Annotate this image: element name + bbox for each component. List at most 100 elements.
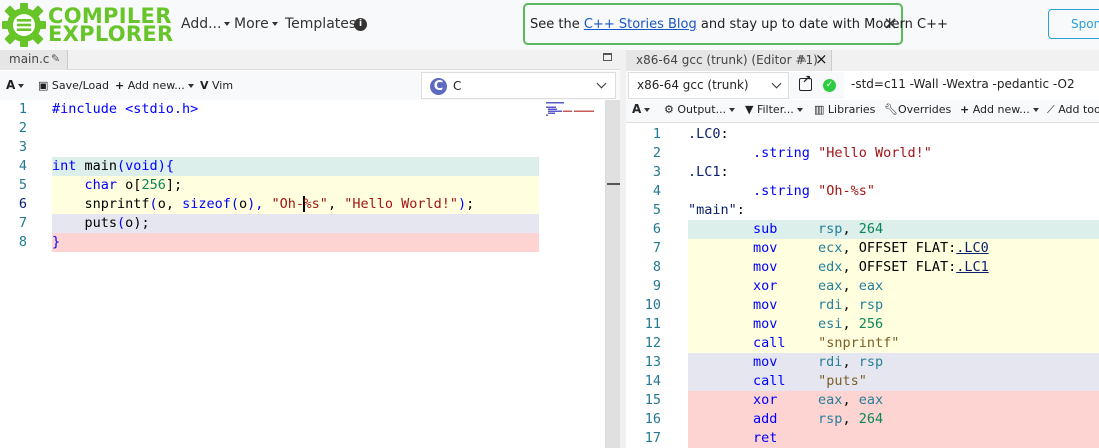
sponsors-button[interactable]: Sponsors — [1048, 9, 1099, 39]
code-token: , OFFSET FLAT: — [842, 259, 957, 275]
code-line[interactable]: mov rdi, rsp — [688, 353, 1099, 372]
maximize-icon[interactable] — [603, 53, 612, 61]
save-load-label: Save/Load — [51, 79, 110, 92]
code-token: o — [239, 196, 248, 212]
add-new-pane-button[interactable]: + Add new... — [960, 103, 1039, 116]
compiler-toolbar: A ⚙ Output... ▼ Filter... ▥ Libraries 🔧︎… — [626, 100, 1099, 122]
code-line[interactable]: mov esi, 256 — [688, 315, 1099, 334]
code-line[interactable] — [52, 138, 539, 157]
news-link[interactable]: C++ Stories Blog — [584, 17, 697, 32]
popout-icon[interactable] — [799, 73, 812, 91]
caret-down-icon — [18, 83, 25, 88]
close-icon[interactable]: × — [883, 15, 899, 33]
minimap[interactable] — [546, 102, 602, 122]
source-editor[interactable]: 12345678 #include <stdio.h> int main(void… — [0, 100, 605, 448]
vim-toggle[interactable]: V Vim — [200, 79, 233, 92]
code-line[interactable]: .string "Oh-%s" — [688, 182, 1099, 201]
language-select[interactable]: C C — [421, 72, 616, 99]
code-line[interactable]: call "puts" — [688, 372, 1099, 391]
add-new-button[interactable]: + Add new... — [115, 79, 194, 92]
filter-menu[interactable]: ▼ Filter... — [745, 103, 803, 116]
code-line[interactable]: mov ecx, OFFSET FLAT:.LC0 — [688, 239, 1099, 258]
font-scale-button[interactable]: A — [632, 102, 651, 116]
caret-down-icon — [1032, 108, 1039, 112]
code-token: 256 — [141, 177, 166, 193]
pencil-icon[interactable]: ✎ — [51, 52, 60, 65]
more-menu[interactable]: More — [234, 16, 278, 32]
code-token: eax — [858, 278, 884, 294]
add-menu[interactable]: Add... — [181, 16, 231, 32]
vim-icon: V — [200, 79, 209, 92]
code-token: mov — [688, 259, 778, 275]
code-line[interactable]: #include <stdio.h> — [52, 100, 539, 119]
code-line[interactable]: snprintf(o, sizeof(o), "Oh-%s", "Hello W… — [52, 195, 539, 214]
code-line[interactable]: } — [52, 233, 539, 252]
code-lines[interactable]: #include <stdio.h> int main(void){ char o… — [52, 100, 539, 252]
line-number: 7 — [18, 215, 27, 231]
code-line[interactable]: .LC0: — [688, 125, 1099, 144]
code-token: , — [842, 316, 859, 332]
code-line[interactable]: puts(o); — [52, 214, 539, 233]
libraries-button[interactable]: ▥ Libraries — [814, 103, 875, 116]
code-token: char — [52, 177, 118, 193]
assembly-lines[interactable]: .LC0: .string "Hello World!" .LC1: .strin… — [688, 125, 1099, 448]
news-prefix: See the — [530, 17, 584, 32]
plus-icon: + — [960, 103, 970, 116]
compiler-tab-bar: x86-64 gcc (trunk) (Editor #1) ✎ × — [626, 50, 1099, 71]
line-number: 1 — [18, 101, 27, 117]
news-banner: See the C++ Stories Blog and stay up to … — [523, 3, 948, 45]
font-scale-button[interactable]: A — [6, 78, 25, 92]
overrides-button[interactable]: 🔧︎Overrides — [884, 103, 951, 116]
code-token: , — [842, 354, 859, 370]
line-number: 4 — [18, 158, 27, 174]
code-line[interactable]: mov rdi, rsp — [688, 296, 1099, 315]
line-number: 10 — [644, 297, 661, 313]
code-token: ){ — [157, 158, 174, 174]
compiler-explorer-logo[interactable]: COMPILER EXPLORER — [0, 1, 173, 49]
code-token: rsp — [858, 297, 884, 313]
editor-tab[interactable]: main.c ✎ — [0, 50, 68, 70]
compiler-flags-input[interactable]: -std=c11 -Wall -Wextra -pedantic -O2 — [844, 72, 1099, 99]
code-token: call — [688, 373, 786, 389]
editor-scrollbar[interactable] — [605, 100, 620, 448]
compiler-tab[interactable]: x86-64 gcc (trunk) (Editor #1) ✎ × — [626, 50, 832, 71]
output-menu[interactable]: ⚙ Output... — [664, 103, 736, 116]
code-token: "Hello World!" — [818, 145, 932, 161]
close-icon[interactable]: × — [815, 52, 828, 67]
code-token: .LC1 — [956, 259, 989, 275]
c-language-icon: C — [430, 78, 447, 95]
assembly-output[interactable]: 1 2 3 4 5 6 7 8 9 10 11 12 13 14 15 16 17 .LC0: .string … — [626, 122, 1099, 448]
compile-success-icon[interactable]: ✓ — [823, 79, 836, 92]
compiler-select[interactable]: x86-64 gcc (trunk) — [628, 72, 789, 99]
line-number: 6 — [652, 221, 661, 237]
code-line[interactable]: int main(void){ — [52, 157, 539, 176]
line-number: 14 — [644, 373, 661, 389]
code-line[interactable]: mov edx, OFFSET FLAT:.LC1 — [688, 258, 1099, 277]
templates-button[interactable]: Templates — [285, 16, 356, 32]
code-line[interactable]: sub rsp, 264 — [688, 220, 1099, 239]
info-icon[interactable]: i — [354, 18, 367, 31]
code-line[interactable]: ret — [688, 429, 1099, 448]
line-number: 8 — [18, 234, 27, 250]
code-token: 264 — [858, 221, 884, 237]
code-line[interactable]: add rsp, 264 — [688, 410, 1099, 429]
code-line[interactable]: "main": — [688, 201, 1099, 220]
plus-icon: + — [115, 79, 125, 92]
code-line[interactable]: call "snprintf" — [688, 334, 1099, 353]
code-line[interactable] — [52, 119, 539, 138]
code-line[interactable]: xor eax, eax — [688, 391, 1099, 410]
code-token: ( — [149, 196, 158, 212]
pencil-icon[interactable]: ✎ — [798, 53, 807, 66]
wrench-icon: 🔧︎ — [884, 103, 898, 116]
line-number: 6 — [18, 196, 27, 212]
add-tool-button[interactable]: ⟋ Add tool... — [1047, 103, 1099, 117]
code-token: snprintf — [52, 196, 150, 212]
code-line[interactable]: .LC1: — [688, 163, 1099, 182]
code-line[interactable]: xor eax, eax — [688, 277, 1099, 296]
compiler-select-label: x86-64 gcc (trunk) — [637, 78, 749, 92]
save-load-button[interactable]: ▣ Save/Load — [38, 79, 109, 92]
code-line[interactable]: char o[256]; — [52, 176, 539, 195]
code-line[interactable]: .string "Hello World!" — [688, 144, 1099, 163]
